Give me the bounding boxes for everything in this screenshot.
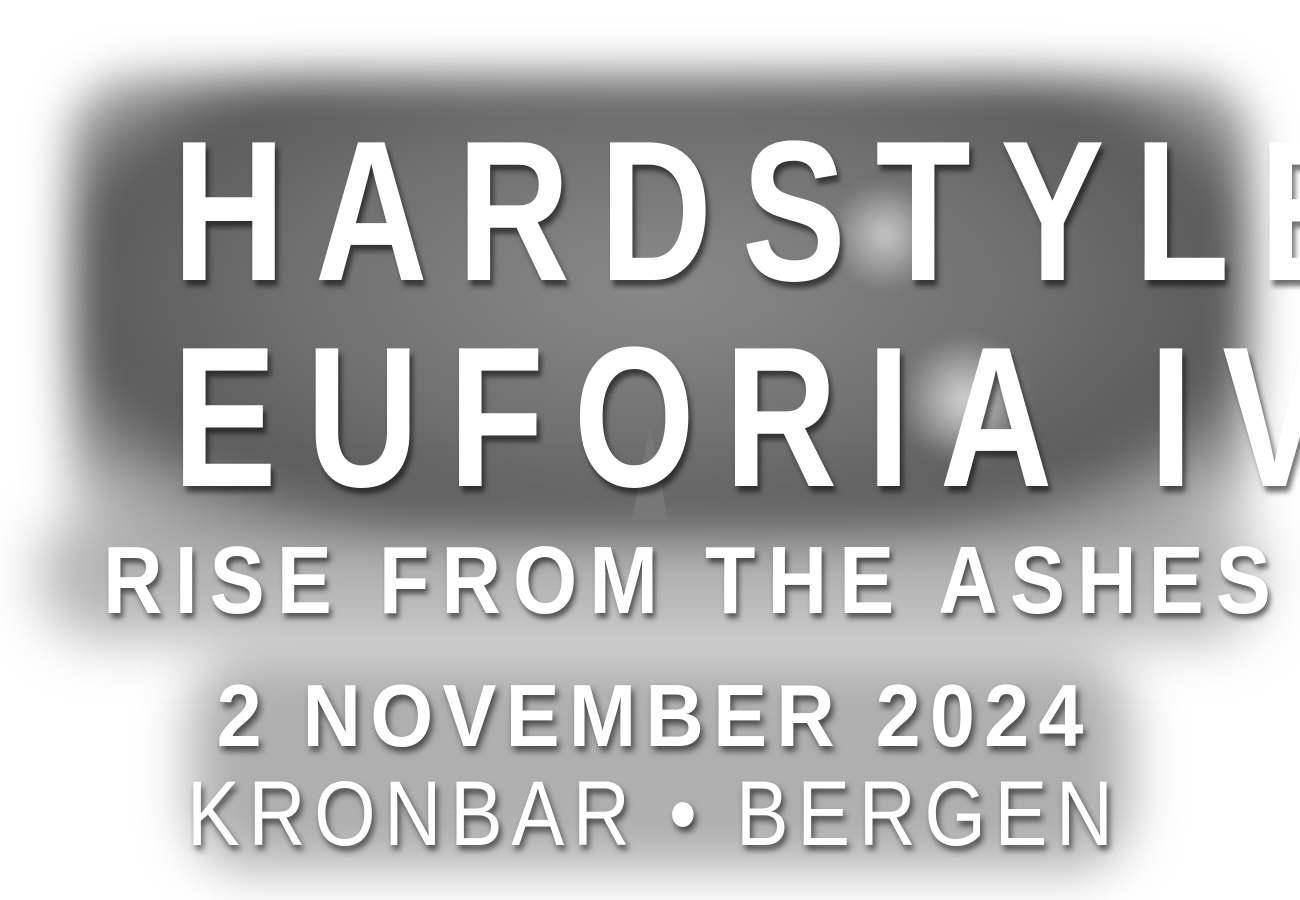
event-title-line1: HARDSTYLE (172, 100, 1300, 323)
event-title-line2: EUFORIA IV (172, 306, 1300, 529)
event-date: 2 NOVEMBER 2024 (216, 666, 1093, 765)
event-subtitle: RISE FROM THE ASHES (103, 527, 1283, 634)
event-poster: HARDSTYLE EUFORIA IV RISE FROM THE ASHES… (0, 0, 1300, 900)
event-venue: KRONBAR • BERGEN (186, 763, 1122, 865)
